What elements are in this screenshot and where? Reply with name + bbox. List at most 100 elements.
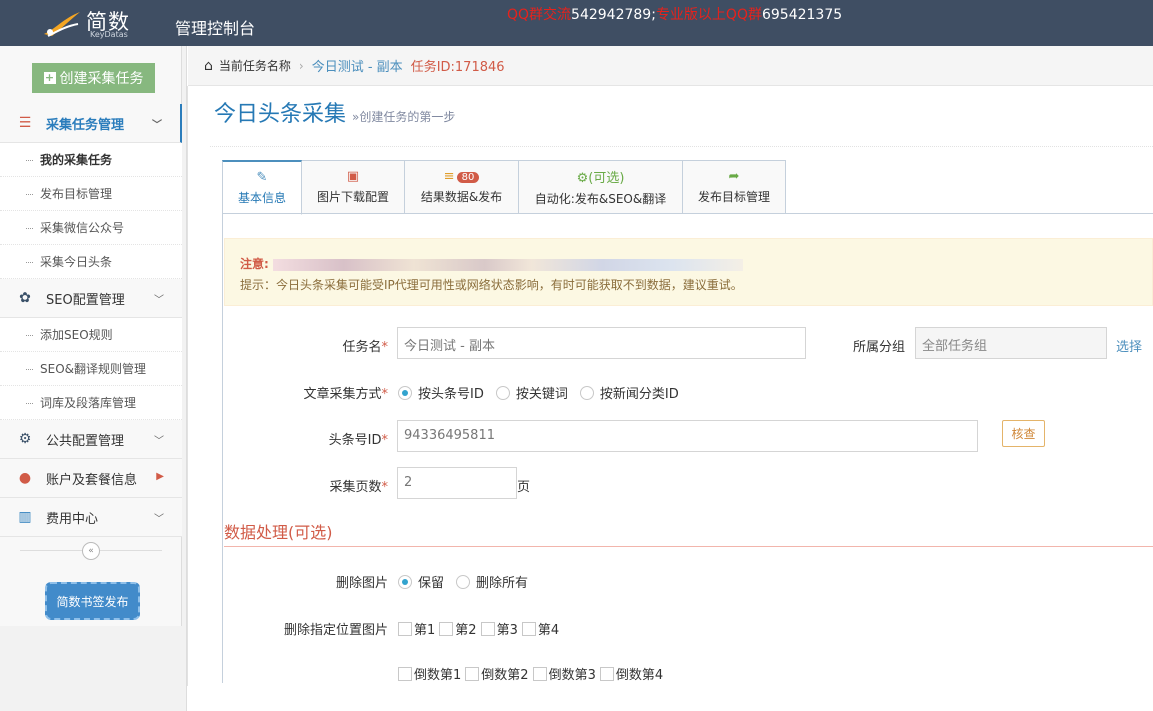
checkbox-position-3[interactable]: 第3 xyxy=(480,619,518,638)
qq-group-label: QQ群交流 xyxy=(507,7,572,23)
list-icon: ☰ xyxy=(18,115,32,131)
radio-keep-images[interactable]: 保留 xyxy=(398,572,444,591)
app-title: 管理控制台 xyxy=(175,19,256,38)
sidebar-item-label: 添加SEO规则 xyxy=(40,328,113,342)
group-select-link[interactable]: 选择 xyxy=(1116,336,1142,355)
checkbox-position-1[interactable]: 第1 xyxy=(398,619,435,638)
section-title-data-processing: 数据处理(可选) xyxy=(224,523,333,542)
alert-line: 注意: xyxy=(240,255,1152,272)
sidebar-item-toutiao[interactable]: 采集今日头条 xyxy=(0,245,182,279)
share-icon: ➦ xyxy=(728,169,740,184)
delete-images-label: 删除图片 xyxy=(335,576,388,591)
checkbox-icon xyxy=(480,621,495,636)
breadcrumb-current: 今日测试 - 副本 xyxy=(311,60,403,75)
tab-publish-targets[interactable]: ➦ 发布目标管理 xyxy=(683,160,786,214)
sidebar-group-label: 账户及套餐信息 xyxy=(46,472,138,488)
divider xyxy=(224,546,1153,547)
sidebar-item-seo-translate-rules[interactable]: SEO&翻译规则管理 xyxy=(0,352,182,386)
pages-input[interactable]: 2 xyxy=(397,467,517,499)
breadcrumb: ⌂ 当前任务名称 › 今日测试 - 副本 任务ID:171846 xyxy=(188,46,1153,86)
sidebar-item-label: 发布目标管理 xyxy=(40,187,113,201)
sidebar: + 创建采集任务 ☰ 采集任务管理 ﹀ 我的采集任务 发布目标管理 采集微信公众… xyxy=(0,46,187,711)
sidebar-group-billing[interactable]: ▥ 费用中心 ﹀ xyxy=(0,498,182,537)
radio-by-toutiao-id[interactable]: 按头条号ID xyxy=(398,383,484,402)
home-icon[interactable]: ⌂ xyxy=(204,58,213,74)
checkbox-position-4[interactable]: 第4 xyxy=(521,619,560,638)
radio-label: 按关键词 xyxy=(515,387,568,402)
label-text: 文章采集方式 xyxy=(303,387,382,402)
tab-label: 自动化:发布&SEO&翻译 xyxy=(534,192,667,206)
checkbox-icon xyxy=(439,621,454,636)
checkbox-label: 倒数第1 xyxy=(414,668,462,683)
checkbox-label: 第4 xyxy=(537,623,560,638)
alert-hint: 提示：今日头条采集可能受IP代理可用性或网络状态影响，有时可能获取不到数据，建议… xyxy=(240,278,743,292)
sidebar-item-add-seo-rule[interactable]: 添加SEO规则 xyxy=(0,318,182,352)
sidebar-item-publish-targets[interactable]: 发布目标管理 xyxy=(0,177,182,211)
tab-result-publish[interactable]: ≡ 80 结果数据&发布 xyxy=(405,160,519,214)
tab-image-download[interactable]: ▣ 图片下载配置 xyxy=(302,160,405,214)
sidebar-item-label: 我的采集任务 xyxy=(40,153,113,167)
radio-icon xyxy=(398,574,412,589)
checkbox-reverse-1[interactable]: 倒数第1 xyxy=(398,664,461,683)
logo-subtext: KeyDatas xyxy=(90,30,128,39)
divider xyxy=(222,213,223,683)
plus-icon: + xyxy=(43,71,56,84)
radio-by-category-id[interactable]: 按新闻分类ID xyxy=(579,383,679,402)
sidebar-group-label: 公共配置管理 xyxy=(46,433,125,449)
sidebar-group-public-config[interactable]: ⚙ 公共配置管理 ﹀ xyxy=(0,420,182,459)
create-task-label: 创建采集任务 xyxy=(59,71,144,87)
bar-chart-icon: ▥ xyxy=(18,509,32,525)
toutiao-id-input[interactable]: 94336495811 xyxy=(397,420,978,452)
verify-button[interactable]: 核查 xyxy=(1002,420,1045,447)
checkbox-reverse-3[interactable]: 倒数第3 xyxy=(532,664,596,683)
sidebar-item-wechat[interactable]: 采集微信公众号 xyxy=(0,211,182,245)
double-chevron-left-icon[interactable]: « xyxy=(82,542,100,560)
sidebar-item-wordbank[interactable]: 词库及段落库管理 xyxy=(0,386,182,420)
database-icon: ≡ 80 xyxy=(444,169,480,184)
image-icon: ▣ xyxy=(346,169,360,184)
checkbox-label: 倒数第4 xyxy=(615,668,664,683)
checkbox-icon xyxy=(465,666,480,681)
radio-label: 保留 xyxy=(418,576,445,591)
radio-by-keyword[interactable]: 按关键词 xyxy=(495,383,568,402)
logo[interactable]: 简数 KeyDatas xyxy=(40,6,160,40)
radio-icon xyxy=(579,385,594,400)
sidebar-group-label: 费用中心 xyxy=(46,511,99,527)
radio-delete-all-images[interactable]: 删除所有 xyxy=(456,572,528,591)
delete-position-label: 删除指定位置图片 xyxy=(283,623,388,638)
sidebar-item-label: 词库及段落库管理 xyxy=(40,396,137,410)
vip-group-number: 695421375 xyxy=(761,7,843,23)
sidebar-item-label: 采集今日头条 xyxy=(40,255,113,269)
bookmark-publish-button[interactable]: 简数书签发布 xyxy=(45,582,140,620)
sidebar-item-my-tasks[interactable]: 我的采集任务 xyxy=(0,143,182,177)
breadcrumb-root[interactable]: 当前任务名称 xyxy=(219,57,291,74)
gear-icon: ✿ xyxy=(19,290,31,306)
qq-group-number: 542942789; xyxy=(571,7,656,23)
checkbox-label: 倒数第2 xyxy=(481,668,529,683)
qq-group-notice: QQ群交流542942789;专业版以上QQ群695421375 xyxy=(507,4,842,24)
checkbox-reverse-2[interactable]: 倒数第2 xyxy=(465,664,529,683)
group-input[interactable]: 全部任务组 xyxy=(915,327,1107,359)
tab-basic-info[interactable]: ✎ 基本信息 xyxy=(222,160,302,215)
checkbox-label: 第1 xyxy=(414,623,436,638)
pages-unit: 页 xyxy=(517,480,531,495)
sidebar-menu: ☰ 采集任务管理 ﹀ 我的采集任务 发布目标管理 采集微信公众号 采集今日头条 … xyxy=(0,104,182,565)
method-radio-group: 按头条号ID 按关键词 按新闻分类ID xyxy=(398,383,691,402)
tab-automation[interactable]: ⚙(可选) 自动化:发布&SEO&翻译 xyxy=(519,160,683,214)
tab-bar: ✎ 基本信息 ▣ 图片下载配置 ≡ 80 结果数据&发布 ⚙(可选) 自动化:发布… xyxy=(222,160,786,215)
page-subtitle: »创建任务的第一步 xyxy=(352,110,456,124)
create-task-button[interactable]: + 创建采集任务 xyxy=(32,63,155,93)
task-name-input[interactable]: 今日测试 - 副本 xyxy=(397,327,806,359)
sidebar-group-seo[interactable]: ✿ SEO配置管理 ﹀ xyxy=(0,279,182,318)
radio-icon xyxy=(495,385,510,400)
checkbox-reverse-4[interactable]: 倒数第4 xyxy=(599,664,664,683)
sidebar-group-label: 采集任务管理 xyxy=(46,117,125,133)
sidebar-item-label: 采集微信公众号 xyxy=(40,221,125,235)
radio-label: 按新闻分类ID xyxy=(599,387,679,402)
top-bar: 简数 KeyDatas 管理控制台 QQ群交流542942789;专业版以上QQ… xyxy=(0,0,1153,46)
checkbox-position-2[interactable]: 第2 xyxy=(439,619,477,638)
blurred-text xyxy=(272,258,743,271)
sidebar-group-account[interactable]: ● 账户及套餐信息 ▶ xyxy=(0,459,182,498)
tab-badge: 80 xyxy=(456,172,480,183)
sidebar-group-task-management[interactable]: ☰ 采集任务管理 ﹀ xyxy=(0,104,182,143)
